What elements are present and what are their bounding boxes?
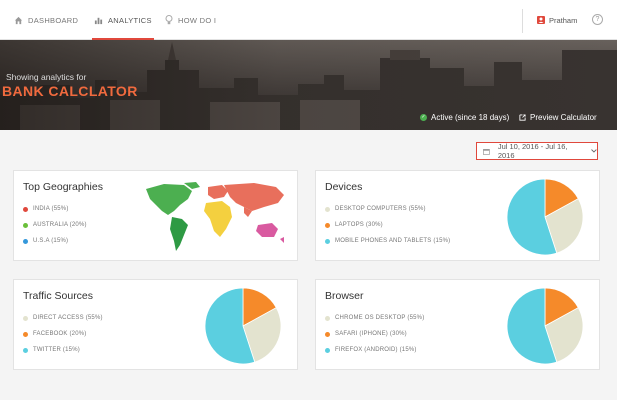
user-menu[interactable]: Pratham [537, 0, 577, 40]
preview-calculator-label: Preview Calculator [530, 113, 597, 122]
legend-swatch [325, 347, 330, 353]
legend-devices: DESKTOP COMPUTERS (55%) LAPTOPS (30%) MO… [325, 201, 450, 249]
legend-swatch [325, 331, 330, 337]
legend-item: SAFARI (IPHONE) (30%) [325, 326, 424, 342]
legend-label: DIRECT ACCESS (55%) [33, 315, 103, 321]
date-range-value: Jul 10, 2016 - Jul 16, 2016 [497, 142, 568, 160]
legend-swatch [23, 315, 28, 321]
legend-label: FACEBOOK (20%) [33, 331, 87, 337]
legend-item: DIRECT ACCESS (55%) [23, 310, 103, 326]
pie-chart-traffic [204, 287, 282, 365]
legend-swatch [23, 222, 28, 228]
legend-geographies: INDIA (55%) AUSTRALIA (20%) U.S.A (15%) [23, 201, 87, 249]
legend-swatch [325, 315, 330, 321]
legend-label: FIREFOX (ANDROID) (15%) [335, 347, 417, 353]
legend-item: CHROME OS DESKTOP (55%) [325, 310, 424, 326]
legend-item: MOBILE PHONES AND TABLETS (15%) [325, 233, 450, 249]
legend-item: INDIA (55%) [23, 201, 87, 217]
legend-label: SAFARI (IPHONE) (30%) [335, 331, 407, 337]
nav-analytics-label: ANALYTICS [108, 15, 152, 25]
pie-chart-devices [506, 178, 584, 256]
legend-item: AUSTRALIA (20%) [23, 217, 87, 233]
user-name: Pratham [549, 15, 578, 25]
nav-dashboard[interactable]: DASHBOARD [14, 0, 78, 40]
banner-subtitle: Showing analytics for [6, 72, 87, 82]
chevron-down-icon [591, 149, 597, 153]
legend-item: FACEBOOK (20%) [23, 326, 103, 342]
pie-chart-browser [506, 287, 584, 365]
legend-swatch [23, 347, 28, 353]
legend-swatch [23, 206, 28, 212]
card-title-devices: Devices [325, 181, 363, 193]
card-traffic-sources: Traffic Sources DIRECT ACCESS (55%) FACE… [13, 279, 298, 370]
card-title-browser: Browser [325, 290, 364, 302]
legend-item: DESKTOP COMPUTERS (55%) [325, 201, 450, 217]
legend-browser: CHROME OS DESKTOP (55%) SAFARI (IPHONE) … [325, 310, 424, 358]
user-icon [537, 16, 545, 24]
legend-item: FIREFOX (ANDROID) (15%) [325, 342, 424, 358]
card-browser: Browser CHROME OS DESKTOP (55%) SAFARI (… [315, 279, 600, 370]
legend-item: LAPTOPS (30%) [325, 217, 450, 233]
card-top-geographies: Top Geographies INDIA (55%) AUSTRALIA (2… [13, 170, 298, 261]
legend-label: LAPTOPS (30%) [335, 222, 383, 228]
home-icon [14, 16, 23, 24]
world-map [146, 182, 284, 251]
active-status-label: Active (since 18 days) [431, 113, 510, 122]
nav-divider [522, 9, 523, 33]
legend-item: TWITTER (15%) [23, 342, 103, 358]
legend-label: AUSTRALIA (20%) [33, 222, 87, 228]
bar-chart-icon [94, 17, 103, 24]
nav-analytics[interactable]: ANALYTICS [92, 0, 154, 40]
legend-swatch [23, 331, 28, 337]
legend-label: DESKTOP COMPUTERS (55%) [335, 206, 426, 212]
legend-swatch [325, 222, 330, 228]
legend-label: INDIA (55%) [33, 206, 69, 212]
legend-item: U.S.A (15%) [23, 233, 87, 249]
card-title-traffic: Traffic Sources [23, 290, 94, 302]
card-devices: Devices DESKTOP COMPUTERS (55%) LAPTOPS … [315, 170, 600, 261]
preview-calculator-link[interactable]: Preview Calculator [519, 113, 597, 122]
active-status: ✓ Active (since 18 days) [420, 113, 509, 122]
top-nav: DASHBOARD ANALYTICS HOW DO I Pratham ? [0, 0, 617, 40]
help-icon[interactable]: ? [592, 14, 603, 25]
legend-label: CHROME OS DESKTOP (55%) [335, 315, 425, 321]
nav-how-do-i[interactable]: HOW DO I [165, 0, 216, 40]
hero-banner: Showing analytics for BANK CALCLATOR ✓ A… [0, 40, 617, 130]
date-range-picker[interactable]: Jul 10, 2016 - Jul 16, 2016 [476, 142, 598, 160]
banner-title: BANK CALCLATOR [2, 83, 138, 99]
calendar-icon [483, 148, 490, 155]
lightbulb-icon [165, 15, 173, 25]
nav-dashboard-label: DASHBOARD [28, 15, 79, 25]
check-icon: ✓ [420, 114, 427, 121]
legend-label: TWITTER (15%) [33, 347, 80, 353]
legend-label: U.S.A (15%) [33, 238, 69, 244]
legend-swatch [325, 206, 330, 212]
legend-swatch [325, 238, 330, 244]
legend-label: MOBILE PHONES AND TABLETS (15%) [335, 238, 451, 244]
card-title-geographies: Top Geographies [23, 181, 103, 193]
legend-swatch [23, 238, 28, 244]
nav-how-do-i-label: HOW DO I [178, 15, 217, 25]
legend-traffic: DIRECT ACCESS (55%) FACEBOOK (20%) TWITT… [23, 310, 103, 358]
external-link-icon [519, 114, 526, 121]
